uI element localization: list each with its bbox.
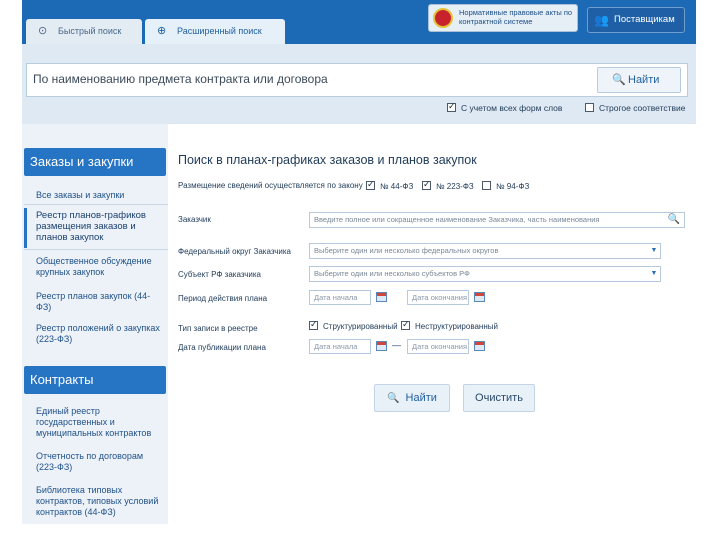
law-223-checkbox[interactable]: № 223-ФЗ: [422, 179, 474, 191]
customer-placeholder: Введите полное или сокращенное наименова…: [314, 215, 600, 224]
suppliers-label: Поставщикам: [614, 14, 675, 25]
chevron-down-icon[interactable]: ▼: [648, 267, 660, 281]
divider: [24, 249, 168, 250]
record-type-structured-label: Структурированный: [323, 322, 398, 331]
law-label: Размещение сведений осуществляется по за…: [178, 181, 363, 190]
subject-select[interactable]: Выберите один или несколько субъектов РФ…: [309, 266, 661, 282]
calendar-icon[interactable]: [474, 292, 485, 302]
sidebar-item-procurement-regulations-223[interactable]: Реестр положений о закупках (223-ФЗ): [36, 323, 160, 345]
option-strict-match[interactable]: Строгое соответствие: [585, 103, 686, 113]
checkbox[interactable]: [447, 101, 456, 112]
publish-start-input[interactable]: Дата начала: [309, 339, 371, 354]
law-44-label: № 44-ФЗ: [380, 182, 414, 191]
search-icon: ⊕: [157, 25, 167, 37]
normative-acts-link[interactable]: Нормативные правовые акты по контрактной…: [428, 4, 578, 32]
search-find-button[interactable]: 🔍 Найти: [597, 67, 681, 93]
sidebar-item-contract-reporting-223[interactable]: Отчетность по договорам (223-ФЗ): [36, 451, 160, 473]
page-title: Поиск в планах-графиках заказов и планов…: [178, 153, 477, 167]
law-94-label: № 94-ФЗ: [496, 182, 530, 191]
option-strict-match-label: Строгое соответствие: [599, 103, 686, 113]
find-button-label: Найти: [405, 392, 437, 404]
sidebar-item-contract-templates-library[interactable]: Библиотека типовых контрактов, типовых у…: [36, 485, 160, 518]
sidebar-section-contracts[interactable]: Контракты: [24, 366, 166, 394]
customer-label: Заказчик: [178, 215, 211, 224]
sidebar-item-plan-schedules-registry[interactable]: Реестр планов-графиков размещения заказо…: [36, 210, 160, 243]
clear-button-label: Очистить: [475, 392, 523, 404]
search-find-label: Найти: [628, 74, 660, 86]
record-type-unstructured-label: Неструктурированный: [415, 322, 498, 331]
active-indicator: [24, 208, 27, 248]
subject-label: Субъект РФ заказчика: [178, 270, 261, 279]
calendar-icon[interactable]: [376, 292, 387, 302]
divider: [24, 204, 168, 205]
find-button[interactable]: 🔍 Найти: [374, 384, 450, 412]
clear-button[interactable]: Очистить: [463, 384, 535, 412]
period-label: Период действия плана: [178, 294, 268, 303]
district-select[interactable]: Выберите один или несколько федеральных …: [309, 243, 661, 259]
sidebar-item-public-discussion[interactable]: Общественное обсуждение крупных закупок: [36, 256, 160, 278]
customer-input[interactable]: Введите полное или сокращенное наименова…: [309, 212, 685, 228]
record-type-label: Тип записи в реестре: [178, 324, 258, 333]
law-44-checkbox[interactable]: № 44-ФЗ: [366, 179, 414, 191]
checkbox[interactable]: [422, 179, 431, 190]
period-end-input[interactable]: Дата окончания: [407, 290, 469, 305]
search-icon: ⊙: [38, 25, 48, 37]
publish-end-input[interactable]: Дата окончания: [407, 339, 469, 354]
sidebar-section-orders[interactable]: Заказы и закупки: [24, 148, 166, 176]
tab-advanced-search-label: Расширенный поиск: [177, 26, 262, 36]
tab-advanced-search[interactable]: ⊕ Расширенный поиск: [145, 19, 285, 44]
publish-date-label: Дата публикации плана: [178, 343, 266, 352]
normative-acts-label: Нормативные правовые акты по контрактной…: [459, 8, 573, 26]
law-223-label: № 223-ФЗ: [436, 182, 474, 191]
search-band: 🔍 Найти С учетом всех форм слов Строгое …: [22, 44, 696, 124]
period-start-input[interactable]: Дата начала: [309, 290, 371, 305]
search-input[interactable]: [33, 72, 573, 86]
sidebar-item-all-orders[interactable]: Все заказы и закупки: [36, 190, 160, 201]
emblem-icon: [433, 8, 453, 28]
record-type-structured[interactable]: Структурированный: [309, 319, 398, 331]
search-icon: 🔍: [612, 74, 626, 86]
checkbox[interactable]: [401, 319, 410, 330]
option-all-word-forms-label: С учетом всех форм слов: [461, 103, 563, 113]
option-all-word-forms[interactable]: С учетом всех форм слов: [447, 101, 563, 113]
top-header: ⊙ Быстрый поиск ⊕ Расширенный поиск Норм…: [22, 0, 696, 44]
law-94-checkbox[interactable]: № 94-ФЗ: [482, 181, 529, 191]
search-icon[interactable]: 🔍: [668, 213, 680, 227]
checkbox[interactable]: [482, 181, 491, 190]
range-dash: —: [392, 340, 401, 350]
district-placeholder: Выберите один или несколько федеральных …: [314, 246, 499, 255]
chevron-down-icon[interactable]: ▼: [648, 244, 660, 258]
checkbox[interactable]: [309, 319, 318, 330]
calendar-icon[interactable]: [474, 341, 485, 351]
sidebar-item-contracts-registry[interactable]: Единый реестр государственных и муниципа…: [36, 406, 160, 439]
search-icon: 🔍: [387, 393, 400, 404]
checkbox[interactable]: [366, 179, 375, 190]
checkbox[interactable]: [585, 103, 594, 112]
search-form: Поиск в планах-графиках заказов и планов…: [176, 124, 696, 524]
tab-quick-search-label: Быстрый поиск: [58, 26, 122, 36]
sidebar-item-procurement-plans-44[interactable]: Реестр планов закупок (44-ФЗ): [36, 291, 160, 313]
district-label: Федеральный округ Заказчика: [178, 247, 291, 256]
page-frame: ⊙ Быстрый поиск ⊕ Расширенный поиск Норм…: [22, 0, 696, 524]
sidebar: Заказы и закупки Все заказы и закупки Ре…: [22, 124, 168, 524]
subject-placeholder: Выберите один или несколько субъектов РФ: [314, 269, 470, 278]
record-type-unstructured[interactable]: Неструктурированный: [401, 319, 498, 331]
tab-quick-search[interactable]: ⊙ Быстрый поиск: [26, 19, 142, 44]
search-box: 🔍 Найти: [26, 63, 688, 97]
suppliers-button[interactable]: 👥 Поставщикам: [587, 7, 685, 33]
calendar-icon[interactable]: [376, 341, 387, 351]
users-icon: 👥: [594, 13, 609, 27]
